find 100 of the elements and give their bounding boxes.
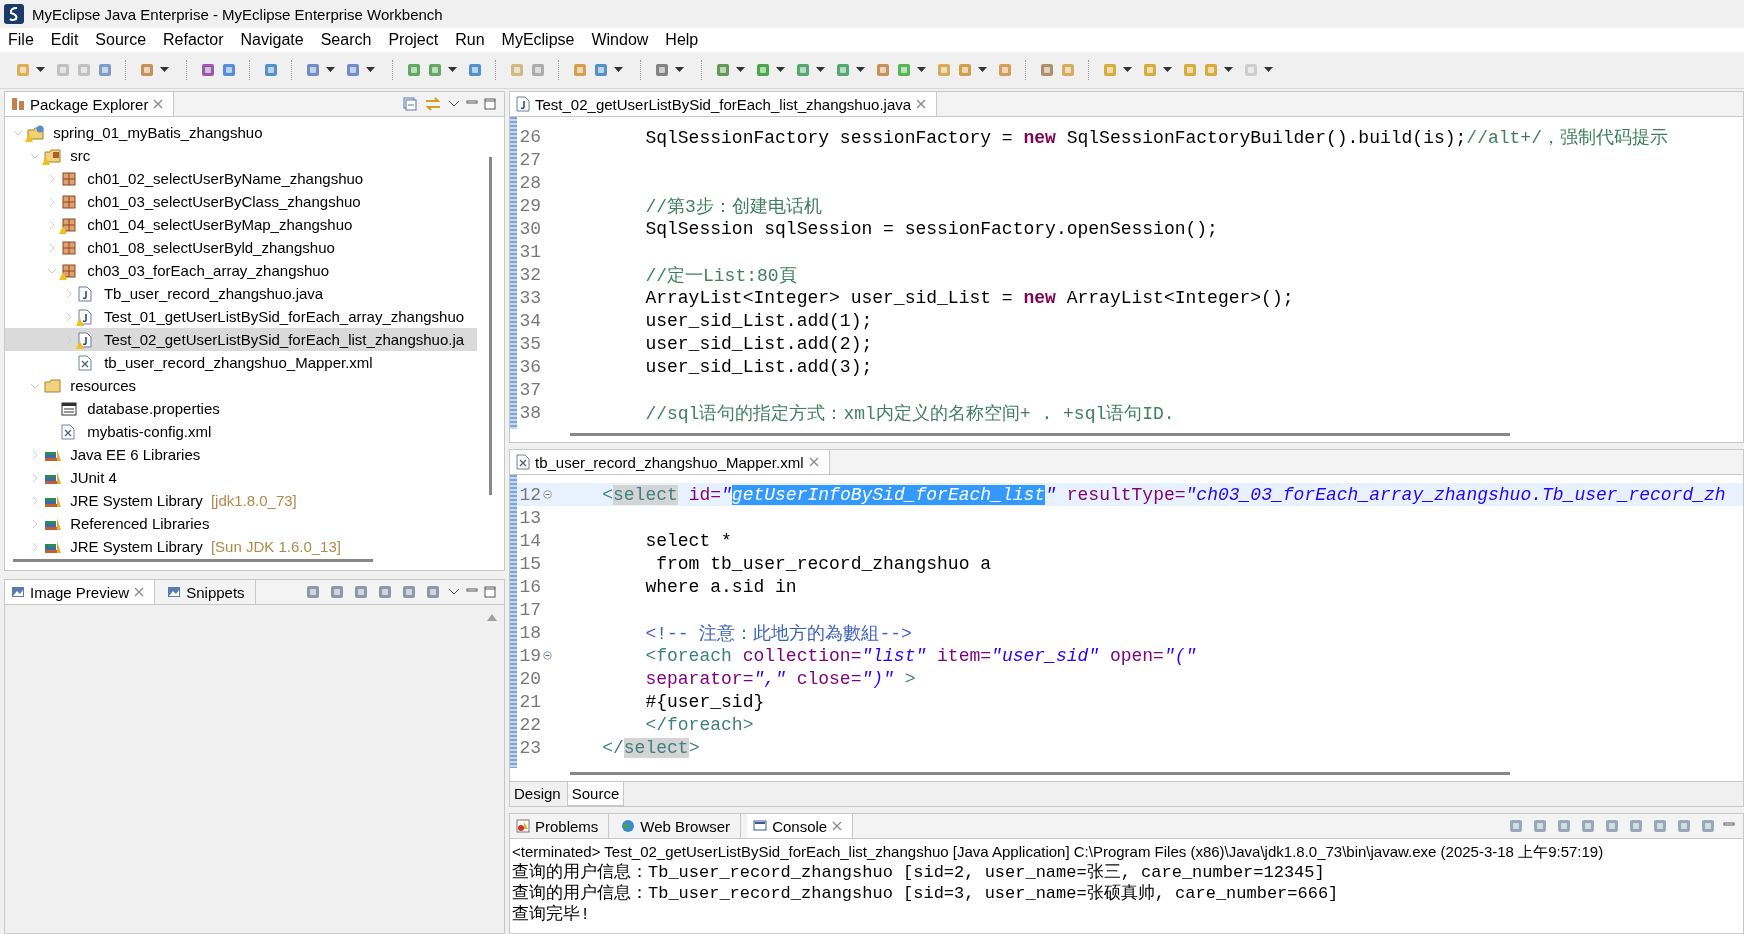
dropdown-caret-icon[interactable] xyxy=(917,67,926,73)
tree-item[interactable]: Test_01_getUserListBySid_forEach_array_zhangshuo xyxy=(5,305,477,328)
line-number: 16 xyxy=(518,576,541,597)
close-icon[interactable] xyxy=(916,99,927,109)
dropdown-caret-icon[interactable] xyxy=(978,67,987,73)
line-number: 21 xyxy=(518,691,541,712)
maximize-icon[interactable] xyxy=(484,586,496,598)
dropdown-caret-icon[interactable] xyxy=(776,67,785,73)
menu-item[interactable]: Search xyxy=(320,31,383,49)
collapse-all-icon[interactable] xyxy=(402,96,418,112)
dropdown-caret-icon[interactable] xyxy=(366,67,375,73)
tree-item[interactable]: mybatis-config.xml xyxy=(5,420,477,443)
tree-item[interactable]: tb_user_record_zhangshuo_Mapper.xml xyxy=(5,351,477,374)
tree-item[interactable]: Test_02_getUserListBySid_forEach_list_zhangshuo.ja xyxy=(5,328,477,351)
tree-item[interactable]: JRE System Library [jdk1.8.0_73] xyxy=(5,489,477,512)
fold-minus-icon[interactable] xyxy=(542,490,552,499)
menu-item[interactable]: Edit xyxy=(50,31,90,49)
menu-item[interactable]: Run xyxy=(455,31,496,49)
scrollbar[interactable] xyxy=(570,433,1510,436)
tree-item[interactable]: ch01_02_selectUserByName_zhangshuo xyxy=(5,167,477,190)
expand-chevron-icon[interactable] xyxy=(30,495,40,506)
menu-item[interactable]: File xyxy=(8,31,45,49)
warning-list-icon xyxy=(516,819,530,833)
view-tab[interactable]: Console xyxy=(747,814,854,838)
dropdown-caret-icon[interactable] xyxy=(36,67,45,73)
view-menu-icon[interactable] xyxy=(448,100,460,108)
menu-item[interactable]: Refactor xyxy=(163,31,235,49)
tree-item[interactable]: src xyxy=(5,144,477,167)
view-tab[interactable]: Package Explorer xyxy=(5,92,175,116)
expand-chevron-icon[interactable] xyxy=(47,173,57,184)
menu-item[interactable]: Navigate xyxy=(240,31,315,49)
dropdown-caret-icon[interactable] xyxy=(816,67,825,73)
menu-item[interactable]: Help xyxy=(665,31,710,49)
app-logo-icon xyxy=(4,4,24,24)
tree-item[interactable]: ch01_03_selectUserByClass_zhangshuo xyxy=(5,190,477,213)
code-line: separator="," close=")" > xyxy=(644,668,916,689)
dropdown-caret-icon[interactable] xyxy=(326,67,335,73)
expand-chevron-icon[interactable] xyxy=(47,242,57,253)
dropdown-caret-icon[interactable] xyxy=(1123,67,1132,73)
menu-item[interactable]: Window xyxy=(591,31,660,49)
expand-chevron-icon[interactable] xyxy=(47,196,57,207)
tree-item[interactable]: ch01_04_selectUserByMap_zhangshuo xyxy=(5,213,477,236)
dropdown-caret-icon[interactable] xyxy=(856,67,865,73)
expand-chevron-icon[interactable] xyxy=(64,311,74,322)
editor-tab[interactable]: Test_02_getUserListBySid_forEach_list_zhangshuo.java xyxy=(510,92,938,116)
dropdown-caret-icon[interactable] xyxy=(1264,67,1273,73)
tree-item[interactable]: database.properties xyxy=(5,397,477,420)
tree-item[interactable]: resources xyxy=(5,374,477,397)
expand-chevron-icon[interactable] xyxy=(30,518,40,529)
close-icon[interactable] xyxy=(153,99,164,109)
fold-minus-icon[interactable] xyxy=(542,651,552,660)
code-line: <foreach collection="list" item="user_sid" open="(" xyxy=(644,645,1197,666)
scroll-up-icon[interactable] xyxy=(487,613,497,621)
dropdown-caret-icon[interactable] xyxy=(448,67,457,73)
java-file-icon xyxy=(78,285,92,302)
view-mode-tab[interactable]: Design xyxy=(510,782,565,806)
scrollbar[interactable] xyxy=(570,772,1510,775)
java-file-icon xyxy=(516,96,530,112)
tree-item[interactable]: Java EE 6 Libraries xyxy=(5,443,477,466)
dropdown-caret-icon[interactable] xyxy=(1163,67,1172,73)
tree-item[interactable]: JRE System Library [Sun JDK 1.6.0_13] xyxy=(5,535,477,558)
dropdown-caret-icon[interactable] xyxy=(160,67,169,73)
expand-chevron-icon[interactable] xyxy=(30,541,40,552)
expand-chevron-icon[interactable] xyxy=(64,288,74,299)
maximize-icon[interactable] xyxy=(484,98,496,110)
link-arrows-icon[interactable] xyxy=(424,96,442,112)
scrollbar[interactable] xyxy=(489,157,492,495)
view-tab[interactable]: Image Preview xyxy=(5,580,156,604)
close-icon[interactable] xyxy=(808,457,819,467)
view-menu-icon[interactable] xyxy=(448,588,460,596)
editor-tab[interactable]: tb_user_record_zhangshuo_Mapper.xml xyxy=(510,450,830,474)
tree-item[interactable]: Tb_user_record_zhangshuo.java xyxy=(5,282,477,305)
tree-item[interactable]: ch03_03_forEach_array_zhangshuo xyxy=(5,259,477,282)
close-icon[interactable] xyxy=(134,587,145,597)
code-line: <select id="getUserInfoBySid_forEach_list" resultType="ch03_03_forEach_array_zhangshuo.Tb_user_record_zh xyxy=(601,484,1726,505)
dropdown-caret-icon[interactable] xyxy=(1224,67,1233,73)
line-number: 13 xyxy=(518,507,541,528)
project-icon xyxy=(27,124,45,141)
tree-item[interactable]: spring_01_myBatis_zhangshuo xyxy=(5,121,477,144)
code-line: user_sid_List.add(3); xyxy=(644,356,873,377)
code-line: user_sid_List.add(1); xyxy=(644,310,873,331)
menu-item[interactable]: MyEclipse xyxy=(501,31,586,49)
dropdown-caret-icon[interactable] xyxy=(675,67,684,73)
list-file-icon xyxy=(61,400,77,417)
code-line: </select> xyxy=(601,737,700,758)
menu-item[interactable]: Project xyxy=(388,31,450,49)
tree-item[interactable]: JUnit 4 xyxy=(5,466,477,489)
expand-chevron-icon[interactable] xyxy=(47,219,57,230)
close-icon[interactable] xyxy=(832,821,843,831)
expand-chevron-icon[interactable] xyxy=(30,472,40,483)
tree-item[interactable]: Referenced Libraries xyxy=(5,512,477,535)
view-mode-tab[interactable]: Source xyxy=(566,782,625,806)
line-number: 18 xyxy=(518,622,541,643)
tree-item[interactable]: ch01_08_selectUserByld_zhangshuo xyxy=(5,236,477,259)
scrollbar[interactable] xyxy=(13,559,373,562)
dropdown-caret-icon[interactable] xyxy=(736,67,745,73)
code-line: where a.sid in xyxy=(644,576,797,597)
expand-chevron-icon[interactable] xyxy=(30,449,40,460)
menu-item[interactable]: Source xyxy=(95,31,158,49)
dropdown-caret-icon[interactable] xyxy=(614,67,623,73)
